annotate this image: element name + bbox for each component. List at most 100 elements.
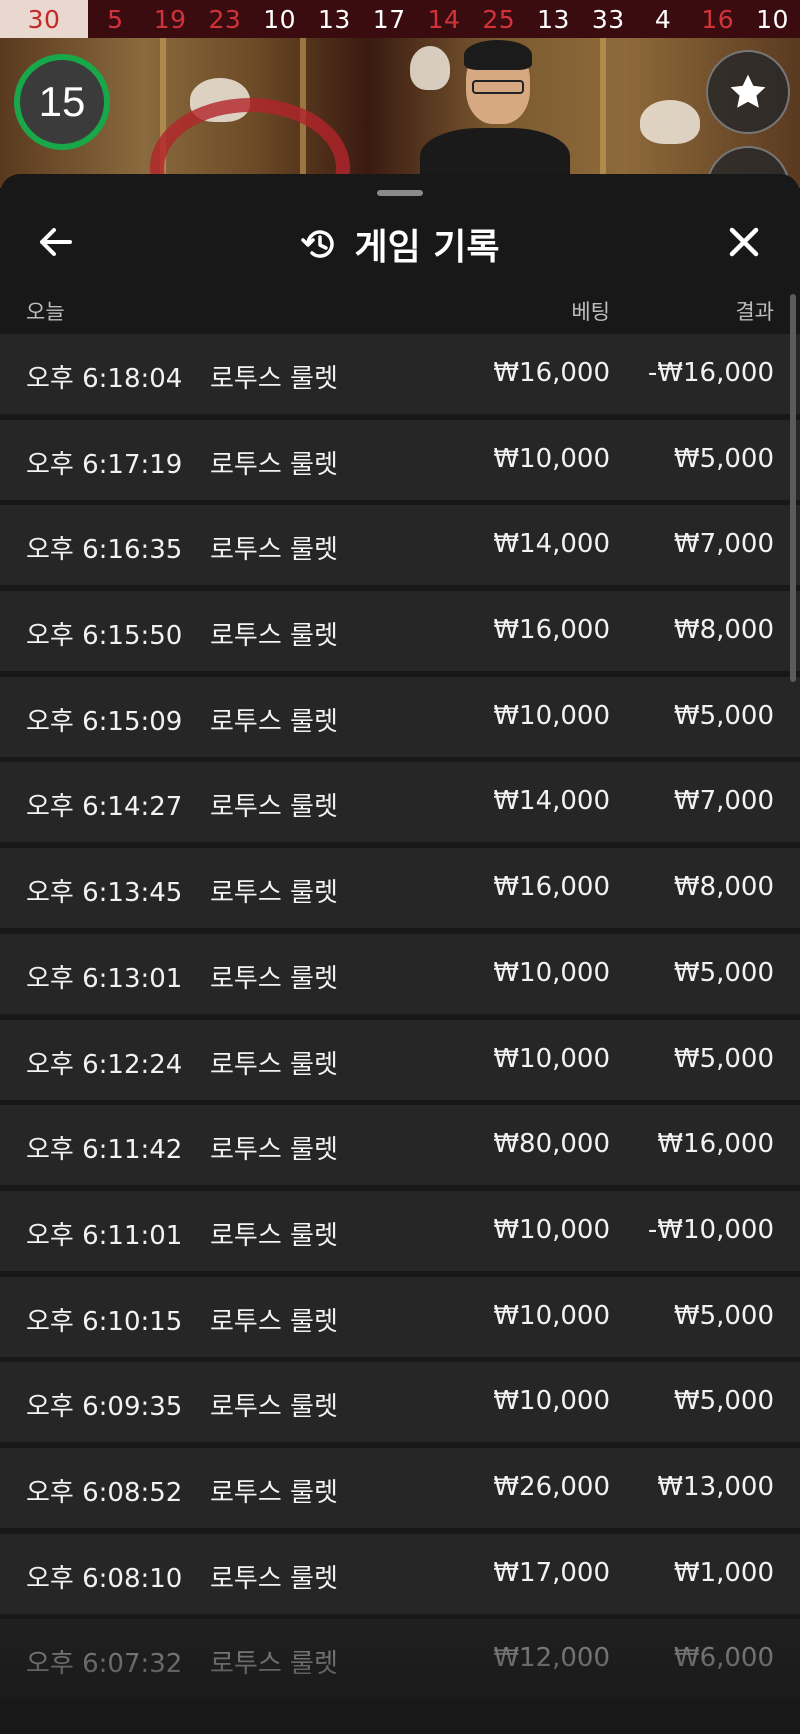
history-row[interactable]: 오후 6:14:27 로투스 룰렛 ₩14,000 ₩7,000 [0, 762, 800, 843]
row-bet-amount: ₩16,000 [493, 872, 610, 903]
row-time: 오후 6:11:01 [26, 1220, 183, 1251]
row-bet-amount: ₩16,000 [493, 358, 610, 388]
recent-result-number: 14 [427, 4, 461, 34]
row-game-name: 로투스 룰렛 [210, 1220, 338, 1251]
recent-result-number: 10 [756, 4, 789, 34]
history-row[interactable]: 오후 6:17:19 로투스 룰렛 ₩10,000 ₩5,000 [0, 419, 800, 500]
column-headers: 오늘 베팅 결과 [0, 286, 800, 332]
row-game-name: 로투스 룰렛 [210, 1135, 338, 1166]
row-result-amount: ₩6,000 [673, 1643, 774, 1674]
column-today: 오늘 [26, 300, 65, 324]
history-row[interactable]: 오후 6:15:50 로투스 룰렛 ₩16,000 ₩8,000 [0, 591, 800, 672]
recent-result-number: 16 [701, 4, 735, 34]
row-time: 오후 6:18:04 [26, 364, 183, 394]
row-bet-amount: ₩16,000 [493, 615, 610, 646]
row-bet-amount: ₩14,000 [493, 529, 610, 560]
recent-result-number: 4 [654, 4, 672, 34]
row-result-amount: ₩5,000 [673, 957, 774, 988]
history-row[interactable]: 오후 6:18:04 로투스 룰렛 ₩16,000 -₩16,000 [0, 334, 800, 414]
star-icon [730, 74, 766, 108]
row-result-amount: ₩8,000 [673, 615, 774, 646]
sheet-header: 게임 기록 [0, 210, 800, 274]
row-game-name: 로투스 룰렛 [210, 878, 338, 909]
row-bet-amount: ₩10,000 [493, 700, 610, 731]
row-game-name: 로투스 룰렛 [210, 792, 338, 823]
row-result-amount: ₩7,000 [673, 529, 774, 560]
row-time: 오후 6:15:09 [26, 706, 183, 737]
row-result-amount: ₩5,000 [673, 1386, 774, 1417]
row-game-name: 로투스 룰렛 [210, 1563, 338, 1594]
row-result-amount: ₩13,000 [657, 1471, 774, 1502]
favorite-button[interactable] [706, 50, 790, 134]
recent-result-number: 13 [318, 4, 351, 34]
history-row[interactable]: 오후 6:13:01 로투스 룰렛 ₩10,000 ₩5,000 [0, 933, 800, 1014]
row-bet-amount: ₩10,000 [493, 1300, 610, 1331]
row-bet-amount: ₩14,000 [493, 786, 610, 817]
history-row[interactable]: 오후 6:15:09 로투스 룰렛 ₩10,000 ₩5,000 [0, 676, 800, 757]
row-bet-amount: ₩10,000 [493, 1214, 610, 1245]
history-row[interactable]: 오후 6:09:35 로투스 룰렛 ₩10,000 ₩5,000 [0, 1362, 800, 1443]
row-time: 오후 6:15:50 [26, 621, 183, 652]
history-row[interactable]: 오후 6:07:32 로투스 룰렛 ₩12,000 ₩6,000 [0, 1619, 800, 1700]
row-result-amount: ₩1,000 [673, 1557, 774, 1588]
row-result-amount: ₩7,000 [673, 786, 774, 817]
scrollbar[interactable] [790, 294, 796, 682]
row-bet-amount: ₩26,000 [493, 1471, 610, 1502]
game-history-sheet: 게임 기록 오늘 베팅 결과 오후 6:18:04 로투스 룰렛 ₩16,000 -₩… [0, 174, 800, 1734]
row-time: 오후 6:12:24 [26, 1049, 183, 1080]
row-time: 오후 6:08:10 [26, 1563, 183, 1594]
row-bet-amount: ₩10,000 [493, 1043, 610, 1074]
row-bet-amount: ₩10,000 [493, 957, 610, 988]
history-row[interactable]: 오후 6:08:52 로투스 룰렛 ₩26,000 ₩13,000 [0, 1447, 800, 1528]
row-time: 오후 6:09:35 [26, 1392, 183, 1423]
row-game-name: 로투스 룰렛 [210, 1392, 338, 1423]
column-result: 결과 [735, 300, 774, 324]
row-bet-amount: ₩10,000 [493, 443, 610, 474]
row-time: 오후 6:11:42 [26, 1135, 183, 1166]
history-row[interactable]: 오후 6:12:24 로투스 룰렛 ₩10,000 ₩5,000 [0, 1019, 800, 1100]
row-bet-amount: ₩17,000 [493, 1557, 610, 1588]
history-icon [301, 230, 335, 258]
recent-result-number: 13 [537, 4, 570, 34]
history-row[interactable]: 오후 6:08:10 로투스 룰렛 ₩17,000 ₩1,000 [0, 1533, 800, 1614]
row-result-amount: ₩5,000 [673, 1043, 774, 1074]
row-result-amount: ₩16,000 [657, 1129, 774, 1160]
row-game-name: 로투스 룰렛 [210, 1306, 338, 1337]
row-game-name: 로투스 룰렛 [210, 1049, 338, 1080]
recent-result-number: 25 [482, 4, 516, 34]
recent-result-number: 23 [208, 4, 242, 34]
row-game-name: 로투스 룰렛 [210, 535, 338, 566]
history-row[interactable]: 오후 6:11:42 로투스 룰렛 ₩80,000 ₩16,000 [0, 1105, 800, 1186]
recent-result-number: 10 [263, 4, 297, 34]
row-time: 오후 6:17:19 [26, 449, 183, 480]
recent-result-number: 30 [0, 0, 88, 38]
row-time: 오후 6:14:27 [26, 792, 183, 823]
row-result-amount: ₩5,000 [673, 700, 774, 731]
history-row[interactable]: 오후 6:10:15 로투스 룰렛 ₩10,000 ₩5,000 [0, 1276, 800, 1357]
live-video [0, 38, 800, 188]
history-row[interactable]: 오후 6:13:45 로투스 룰렛 ₩16,000 ₩8,000 [0, 848, 800, 929]
history-row[interactable]: 오후 6:11:01 로투스 룰렛 ₩10,000 -₩10,000 [0, 1190, 800, 1271]
recent-result-number: 17 [372, 4, 406, 34]
row-result-amount: ₩5,000 [673, 1300, 774, 1331]
row-result-amount: ₩5,000 [673, 443, 774, 474]
recent-result-number: 33 [591, 4, 625, 34]
close-icon [729, 227, 759, 257]
row-game-name: 로투스 룰렛 [210, 1649, 338, 1680]
close-button[interactable] [724, 222, 764, 262]
dealer [410, 38, 570, 188]
row-bet-amount: ₩80,000 [493, 1129, 610, 1160]
drag-handle[interactable] [377, 190, 423, 196]
row-bet-amount: ₩12,000 [493, 1643, 610, 1674]
row-time: 오후 6:10:15 [26, 1306, 183, 1337]
row-bet-amount: ₩10,000 [493, 1386, 610, 1417]
row-result-amount: -₩16,000 [647, 358, 774, 388]
row-result-amount: -₩10,000 [647, 1214, 774, 1245]
recent-result-number: 19 [153, 4, 187, 34]
row-time: 오후 6:08:52 [26, 1477, 183, 1508]
column-bet: 베팅 [571, 300, 610, 324]
row-game-name: 로투스 룰렛 [210, 1477, 338, 1508]
countdown-value: 15 [38, 78, 86, 125]
history-row[interactable]: 오후 6:16:35 로투스 룰렛 ₩14,000 ₩7,000 [0, 505, 800, 586]
history-list: 오후 6:18:04 로투스 룰렛 ₩16,000 -₩16,000 오후 6:17:1… [0, 334, 800, 1705]
